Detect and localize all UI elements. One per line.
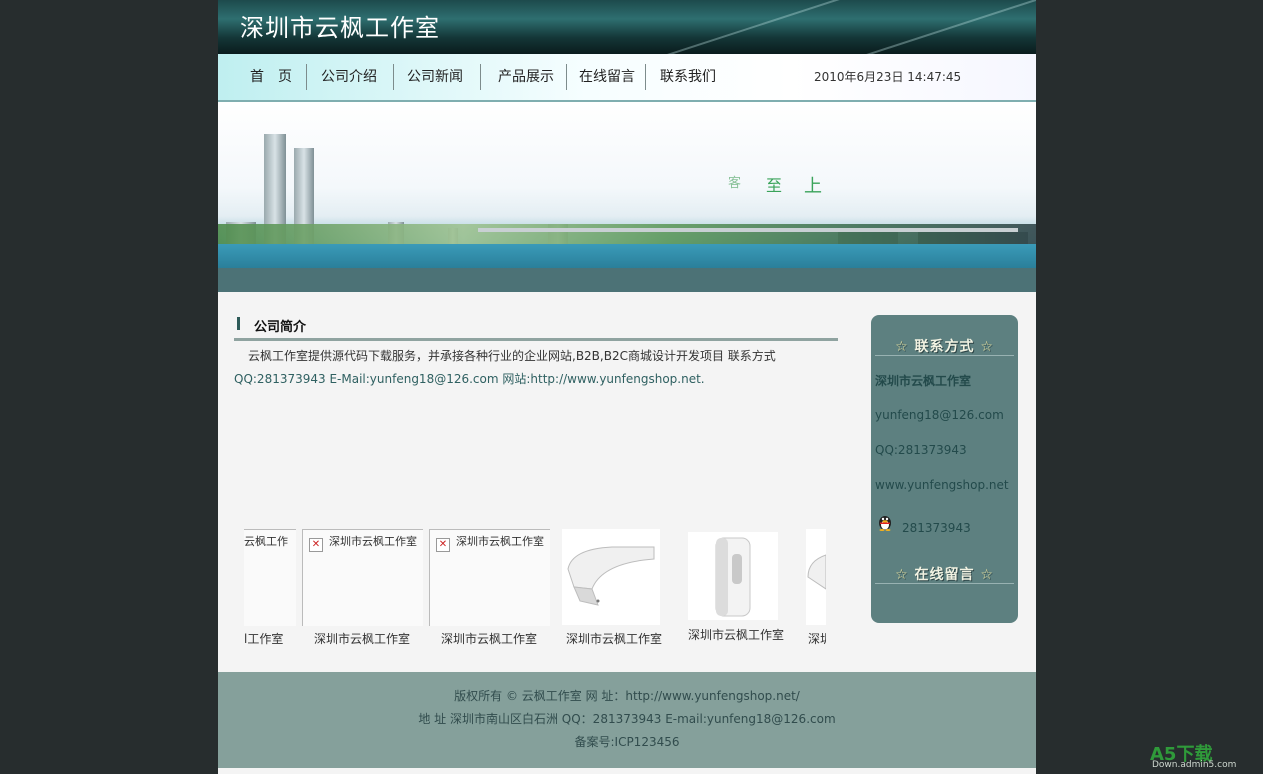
- star-icon: ☆: [895, 339, 909, 355]
- nav-separator: [306, 64, 307, 90]
- site-title: 深圳市云枫工作室: [240, 14, 440, 42]
- product-image-placeholder: 云枫工作: [244, 529, 296, 626]
- footer-copyright: 版权所有 © 云枫工作室 网 址：http://www.yunfengshop.…: [454, 689, 800, 703]
- contact-qq-number[interactable]: 281373943: [902, 521, 971, 535]
- banner-slogan: 至: [766, 176, 783, 195]
- main-nav: 首 页 公司介绍 公司新闻 产品展示 在线留言 联系我们 2010年6月23日 …: [218, 54, 1036, 102]
- nav-separator: [566, 64, 567, 90]
- header-decoration: [785, 0, 1036, 54]
- footer-icp: 备案号:ICP123456: [574, 735, 680, 749]
- banner-slogan: 上: [804, 176, 822, 197]
- watermark: A5下载 Down.admin5.com: [1150, 740, 1260, 774]
- star-icon: ☆: [895, 567, 909, 583]
- nav-item-products[interactable]: 产品展示: [498, 66, 554, 86]
- product-caption[interactable]: l工作室: [244, 630, 283, 647]
- page-container: 深圳市云枫工作室 首 页 公司介绍 公司新闻 产品展示 在线留言 联系我们 20…: [218, 0, 1036, 774]
- banner-trees: [218, 224, 1036, 244]
- nav-separator: [393, 64, 394, 90]
- qq-penguin-icon[interactable]: [877, 513, 893, 531]
- star-icon: ☆: [980, 339, 994, 355]
- nav-item-home[interactable]: 首 页: [250, 66, 292, 86]
- product-caption[interactable]: 深圳市云枫工作室: [314, 630, 410, 647]
- intro-contact-text: QQ:281373943 E-Mail:yunfeng18@126.com 网站…: [234, 372, 705, 386]
- nav-separator: [480, 64, 481, 90]
- nav-item-guestbook[interactable]: 在线留言: [579, 66, 635, 86]
- site-header: 深圳市云枫工作室: [218, 0, 1036, 54]
- banner-slogan: 客: [728, 176, 742, 191]
- contact-heading: ☆ 联系方式 ☆: [875, 319, 1014, 356]
- nav-item-news[interactable]: 公司新闻: [407, 66, 463, 86]
- nav-item-about[interactable]: 公司介绍: [321, 66, 377, 86]
- banner-image: 客 至 上: [218, 102, 1036, 292]
- guestbook-title[interactable]: 在线留言: [915, 564, 975, 584]
- contact-sidebar: ☆ 联系方式 ☆ 深圳市云枫工作室 yunfeng18@126.com QQ:2…: [871, 315, 1018, 623]
- contact-company: 深圳市云枫工作室: [875, 374, 972, 388]
- star-icon: ☆: [980, 567, 994, 583]
- nav-date: 2010年6月23日 14:47:45: [814, 70, 962, 84]
- banner-bridge: [478, 228, 1018, 232]
- footer-address: 地 址 深圳市南山区白石洲 QQ：281373943 E-mail:yunfen…: [418, 712, 836, 726]
- broken-image-icon: ✕: [436, 538, 450, 552]
- contact-email[interactable]: yunfeng18@126.com: [875, 408, 1004, 422]
- contact-website[interactable]: www.yunfengshop.net: [875, 478, 1009, 492]
- product-caption[interactable]: 深圳市云枫工作室: [688, 626, 784, 643]
- product-caption[interactable]: 深圳市云枫工作室: [441, 630, 537, 647]
- guestbook-heading[interactable]: ☆ 在线留言 ☆: [875, 547, 1014, 584]
- product-image[interactable]: [806, 529, 826, 625]
- bullet-icon: [237, 317, 240, 330]
- product-image[interactable]: [562, 529, 660, 625]
- product-image[interactable]: [688, 532, 778, 620]
- contact-qq: QQ:281373943: [875, 443, 967, 457]
- banner-strip: [218, 268, 1036, 292]
- broken-image-icon: ✕: [309, 538, 323, 552]
- watermark-url: Down.admin5.com: [1152, 760, 1237, 770]
- intro-header: 公司简介: [234, 314, 838, 341]
- product-caption[interactable]: 深圳: [808, 630, 826, 647]
- banner-water: [218, 244, 1036, 268]
- header-decoration: [654, 0, 902, 54]
- product-caption[interactable]: 深圳市云枫工作室: [566, 630, 662, 647]
- contact-title: 联系方式: [914, 339, 975, 355]
- nav-separator: [645, 64, 646, 90]
- product-image-placeholder: ✕ 深圳市云枫工作室: [429, 529, 550, 626]
- nav-item-contact[interactable]: 联系我们: [660, 66, 716, 86]
- intro-text: 云枫工作室提供源代码下载服务，并承接各种行业的企业网站,B2B,B2C商城设计开…: [248, 349, 776, 363]
- intro-title: 公司简介: [254, 320, 307, 335]
- product-scroller: 云枫工作 l工作室 ✕ 深圳市云枫工作室 深圳市云枫工作室 ✕ 深圳市云枫工作室…: [244, 528, 826, 652]
- product-image-placeholder: ✕ 深圳市云枫工作室: [302, 529, 423, 626]
- site-footer: 版权所有 © 云枫工作室 网 址：http://www.yunfengshop.…: [218, 672, 1036, 768]
